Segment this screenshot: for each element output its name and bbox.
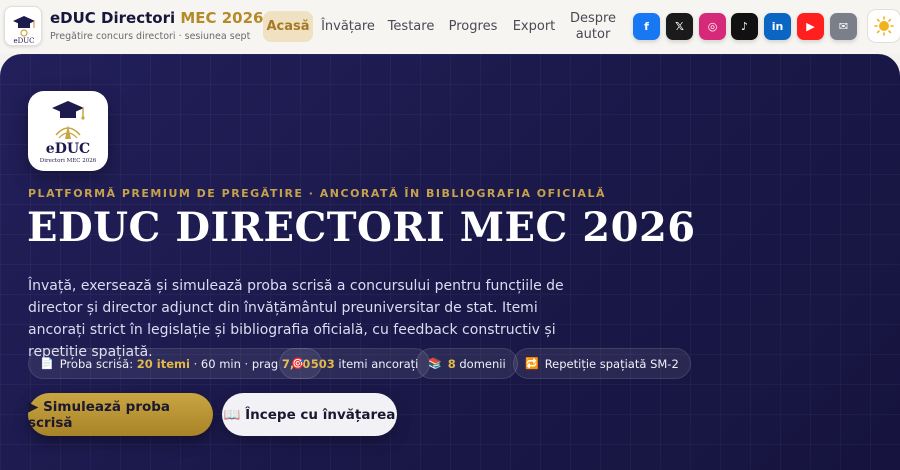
repeat-icon: 🔁: [525, 357, 539, 370]
sun-icon: [874, 16, 894, 36]
nav-acasa[interactable]: Acasă: [263, 11, 313, 42]
x-icon[interactable]: 𝕏: [666, 13, 693, 40]
simulate-exam-button[interactable]: ▶ Simulează proba scrisă: [28, 393, 213, 436]
chip-exam-label: Proba scrisă:: [59, 356, 134, 371]
chip-domains-label: domenii: [459, 356, 506, 371]
brand-subtitle: Pregătire concurs directori · sesiunea s…: [50, 31, 251, 42]
theme-toggle-button[interactable]: [867, 9, 900, 43]
hero-logo: eDUC Directori MEC 2026: [28, 91, 108, 171]
nav-export[interactable]: Export: [511, 19, 557, 35]
brand-title-main: eDUC Directori: [50, 9, 176, 27]
chip-domains: 📚 8 domenii: [416, 348, 518, 379]
chip-items: 🎯 503 itemi ancorați: [279, 348, 431, 379]
chip-repetition-label: Repetiție spațiată SM-2: [544, 356, 679, 371]
facebook-icon[interactable]: f: [633, 13, 660, 40]
instagram-icon[interactable]: ◎: [699, 13, 726, 40]
chip-exam-items: 20 itemi: [136, 356, 190, 371]
tiktok-icon[interactable]: ♪: [731, 13, 758, 40]
brand-logo[interactable]: eDUC: [4, 6, 42, 46]
nav-despre-autor[interactable]: Despre autor: [567, 11, 619, 43]
brand-title[interactable]: eDUC Directori MEC 2026: [50, 9, 264, 27]
hero-section: eDUC Directori MEC 2026 PLATFORMĂ PREMIU…: [0, 54, 900, 470]
hero-title: EDUC DIRECTORI MEC 2026: [27, 204, 696, 251]
books-icon: 📚: [428, 357, 442, 370]
email-icon[interactable]: ✉: [830, 13, 857, 40]
chip-items-label: itemi ancorați: [338, 356, 419, 371]
svg-text:eDUC: eDUC: [13, 37, 34, 45]
chip-exam-mid: · 60 min · prag: [193, 356, 279, 371]
youtube-icon[interactable]: ▶: [797, 13, 824, 40]
hero-eyebrow: PLATFORMĂ PREMIUM DE PREGĂTIRE · ANCORAT…: [28, 187, 606, 200]
graduation-cap-icon: eDUC: [13, 16, 35, 45]
top-navbar: eDUC eDUC Directori MEC 2026 Pregătire c…: [0, 0, 900, 54]
hero-logo-caption: Directori MEC 2026: [39, 158, 97, 164]
brand-title-accent: MEC 2026: [180, 9, 264, 27]
nav-invatare[interactable]: Învățare: [321, 19, 375, 35]
nav-testare[interactable]: Testare: [387, 19, 435, 35]
linkedin-icon[interactable]: in: [764, 13, 791, 40]
chip-items-count: 503: [310, 356, 335, 371]
document-icon: 📄: [40, 357, 54, 370]
chip-repetition: 🔁 Repetiție spațiată SM-2: [513, 348, 691, 379]
chip-domains-count: 8: [447, 356, 456, 371]
start-learning-button[interactable]: 📖 Începe cu învățarea: [222, 393, 397, 436]
target-icon: 🎯: [291, 357, 305, 370]
hero-logo-wordmark: eDUC: [45, 141, 91, 157]
nav-progres[interactable]: Progres: [447, 19, 499, 35]
